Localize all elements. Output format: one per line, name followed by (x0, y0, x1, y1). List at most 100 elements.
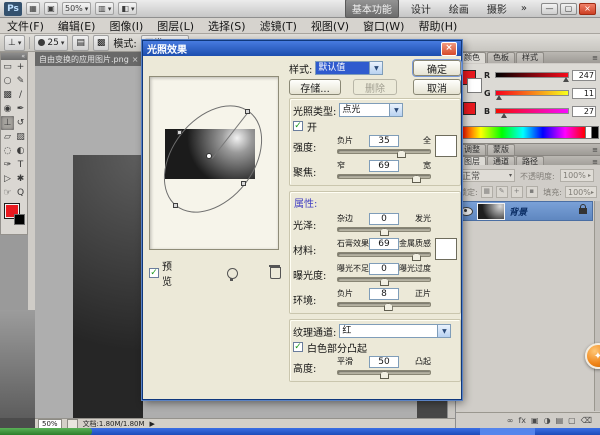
lock-all-icon[interactable]: ▪ (526, 186, 538, 198)
delete-layer-icon[interactable]: ⌫ (581, 416, 592, 425)
menu-select[interactable]: 选择(S) (201, 18, 253, 34)
tool-spot-healing-brush[interactable]: ◉ (1, 102, 14, 116)
brush-panel-icon[interactable]: ▤ (72, 35, 89, 51)
canvas-image[interactable] (73, 155, 143, 418)
channel-slider-thumb[interactable] (563, 77, 569, 82)
channel-value-R[interactable]: 247 (572, 70, 596, 81)
lock-position-icon[interactable]: + (511, 186, 523, 198)
adjustment-layer-icon[interactable]: ◑ (544, 416, 551, 425)
channel-slider-R[interactable] (495, 72, 569, 78)
intensity-color-swatch[interactable] (435, 135, 457, 157)
white-is-high-checkbox[interactable]: ✓ (293, 342, 303, 352)
channel-slider-G[interactable] (495, 90, 569, 96)
layer-row-background[interactable]: 背景 (457, 201, 593, 221)
spectrum-black-swatch[interactable] (591, 126, 599, 139)
color-panel-tab-色板[interactable]: 色板 (487, 52, 515, 63)
menu-file[interactable]: 文件(F) (0, 18, 51, 34)
brush-size-picker[interactable]: 25 (34, 35, 68, 51)
clone-source-icon[interactable]: ▩ (93, 35, 110, 51)
dialog-close-icon[interactable]: × (441, 42, 457, 56)
ambience-slider-track[interactable] (337, 300, 431, 310)
toolbox-collapse-button[interactable]: « (1, 53, 27, 60)
focus-value-input[interactable]: 69 (369, 160, 399, 172)
channel-value-G[interactable]: 11 (572, 88, 596, 99)
opacity-field[interactable]: 100%▸ (560, 169, 594, 182)
tool-eyedropper[interactable]: ∕ (14, 88, 27, 102)
intensity-slider-track[interactable] (337, 147, 431, 157)
tool-lasso[interactable]: ○ (1, 74, 14, 88)
menu-layer[interactable]: 图层(L) (150, 18, 201, 34)
status-menu-arrow[interactable]: ▶ (150, 420, 155, 428)
tool-move[interactable]: + (14, 60, 27, 74)
focus-slider-track[interactable] (337, 172, 431, 182)
gamut-warning-swatch[interactable] (463, 102, 476, 115)
cancel-button[interactable]: 取消 (413, 79, 461, 95)
light-center-handle[interactable] (206, 153, 212, 159)
dialog-title-bar[interactable]: 光照效果 × (143, 41, 461, 56)
light-handle[interactable] (177, 130, 182, 135)
light-preview-canvas[interactable] (149, 76, 279, 250)
light-handle[interactable] (173, 203, 178, 208)
light-handle[interactable] (241, 181, 246, 186)
fill-field[interactable]: 100%▸ (565, 186, 597, 198)
color-panel-tab-颜色[interactable]: 颜色 (458, 52, 486, 63)
workspace-tab-摄影[interactable]: 摄影 (481, 0, 513, 17)
status-zoom-field[interactable]: 50% (38, 419, 62, 429)
tool-type[interactable]: T (14, 158, 27, 172)
exposure-value-input[interactable]: 0 (369, 263, 399, 275)
ok-button[interactable]: 确定 (413, 60, 461, 76)
menu-image[interactable]: 图像(I) (102, 18, 150, 34)
workspace-tab-绘画[interactable]: 绘画 (443, 0, 475, 17)
view-extras-icon[interactable]: ▣ (44, 2, 58, 15)
add-mask-icon[interactable]: ▣ (531, 416, 539, 425)
layer-thumbnail[interactable] (477, 203, 505, 220)
background-color-swatch[interactable] (14, 214, 25, 225)
tool-quick-selection[interactable]: ✎ (14, 74, 27, 88)
channel-value-B[interactable]: 27 (572, 106, 596, 117)
height-value-input[interactable]: 50 (369, 356, 399, 368)
tool-blur[interactable]: ◌ (1, 144, 14, 158)
tool-clone-stamp[interactable]: ⊥ (1, 116, 14, 130)
start-button[interactable] (0, 428, 92, 435)
menu-filter[interactable]: 滤镜(T) (253, 18, 304, 34)
tool-eraser[interactable]: ▱ (1, 130, 14, 144)
tool-zoom[interactable]: Q (14, 186, 27, 200)
light-type-select[interactable]: 点光▼ (339, 103, 403, 117)
tool-pen[interactable]: ✑ (1, 158, 14, 172)
height-slider-track[interactable] (337, 368, 431, 378)
arrange-documents-icon[interactable]: ▥ (95, 2, 114, 15)
channel-slider-thumb[interactable] (501, 113, 507, 118)
texture-channel-select[interactable]: 红▼ (339, 324, 451, 338)
add-light-bulb-icon[interactable] (227, 268, 238, 279)
restore-button[interactable]: ▢ (560, 3, 577, 15)
gloss-slider-track[interactable] (337, 225, 431, 235)
material-value-input[interactable]: 69 (369, 238, 399, 250)
menu-window[interactable]: 窗口(W) (356, 18, 411, 34)
tool-custom-shape[interactable]: ✱ (14, 172, 27, 186)
current-tool-preset[interactable]: ⊥ (4, 35, 25, 51)
layers-scrollbar[interactable] (594, 201, 600, 411)
material-color-swatch[interactable] (435, 238, 457, 260)
delete-light-trash-icon[interactable] (270, 267, 281, 279)
minimize-button[interactable]: — (541, 3, 558, 15)
menu-help[interactable]: 帮助(H) (411, 18, 464, 34)
new-layer-icon[interactable]: ▢ (568, 416, 576, 425)
tool-history-brush[interactable]: ↺ (14, 116, 27, 130)
preview-checkbox[interactable]: ✓ (149, 268, 159, 278)
light-handle[interactable] (245, 109, 250, 114)
lock-pixels-icon[interactable]: ✎ (496, 186, 508, 198)
color-panel-tab-样式[interactable]: 样式 (516, 52, 544, 63)
link-layers-icon[interactable]: ∞ (507, 416, 514, 425)
save-style-button[interactable]: 存储... (289, 79, 341, 95)
light-on-checkbox[interactable]: ✓ (293, 121, 303, 131)
panel-background-swatch[interactable] (467, 78, 482, 93)
panel-menu-icon[interactable]: ≡ (592, 53, 598, 63)
menu-edit[interactable]: 编辑(E) (51, 18, 103, 34)
workspace-tab-设计[interactable]: 设计 (405, 0, 437, 17)
delete-style-button[interactable]: 删除 (353, 79, 397, 95)
panel-menu-icon[interactable]: ≡ (592, 145, 598, 155)
channel-slider-thumb[interactable] (496, 95, 502, 100)
zoom-level-select[interactable]: 50% (62, 2, 91, 15)
workspace-tab-基本功能[interactable]: 基本功能 (345, 0, 399, 18)
intensity-value-input[interactable]: 35 (369, 135, 399, 147)
